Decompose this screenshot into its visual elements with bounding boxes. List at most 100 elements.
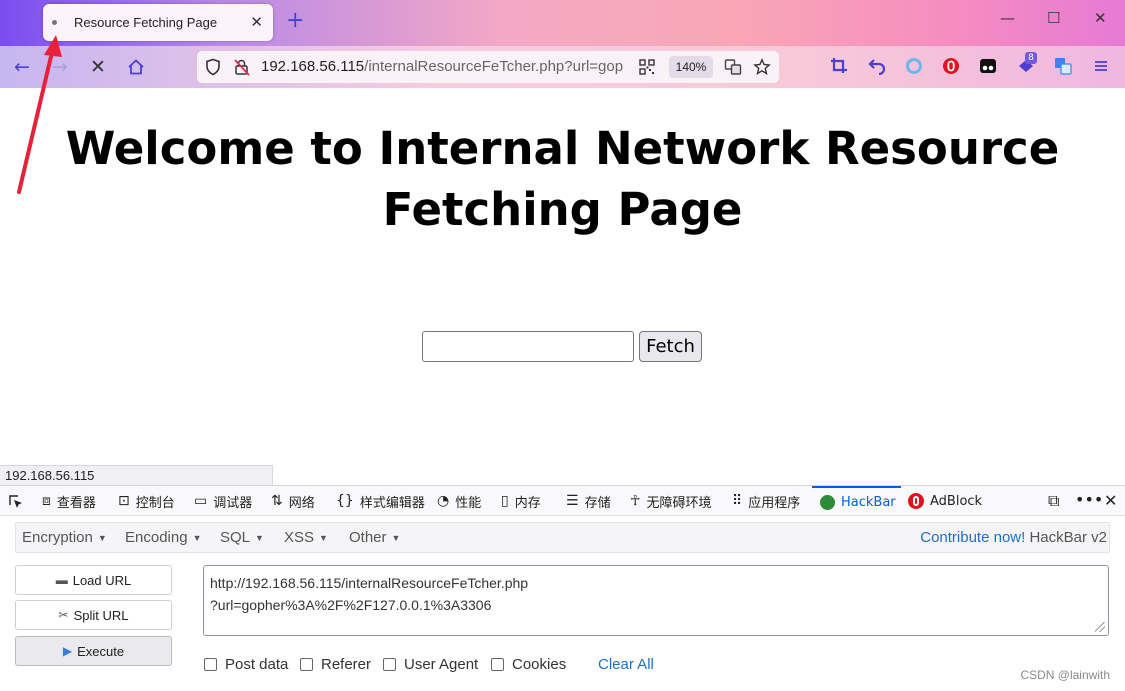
crop-icon[interactable] bbox=[830, 57, 848, 75]
devtools-tab-style-editor[interactable]: {} 样式编辑器 bbox=[336, 486, 425, 516]
checkbox-box[interactable] bbox=[204, 658, 217, 671]
devtools-tab-label: 调试器 bbox=[213, 495, 253, 511]
browser-tab[interactable]: Resource Fetching Page ✕ bbox=[43, 4, 273, 41]
stop-loading-icon[interactable]: ✕ bbox=[90, 56, 106, 78]
caret-down-icon: ▼ bbox=[97, 533, 107, 544]
devtools-tab-label: HackBar bbox=[841, 494, 896, 510]
bookmark-star-icon[interactable] bbox=[753, 58, 771, 76]
translate-extension-icon[interactable] bbox=[1054, 57, 1072, 75]
devtools-tab-adblock[interactable]: AdBlock bbox=[908, 486, 982, 516]
browser-nav-bar: ← → ✕ 192.168.56.115/internalResourceFeT… bbox=[0, 46, 1125, 88]
status-bar-url: 192.168.56.115 bbox=[0, 465, 273, 485]
hackbar-url-textarea[interactable]: http://192.168.56.115/internalResourceFe… bbox=[203, 565, 1109, 636]
split-url-button[interactable]: ✂ Split URL bbox=[15, 600, 172, 630]
new-tab-icon[interactable]: + bbox=[286, 8, 304, 33]
back-arrow-icon[interactable]: ← bbox=[14, 56, 30, 78]
hackbar-menu-bar: Encryption ▼ Encoding ▼ SQL ▼ XSS ▼ Other ▼ C… bbox=[15, 522, 1110, 553]
execute-button[interactable]: ▶ Execute bbox=[15, 636, 172, 666]
hackbar-version: HackBar v2 bbox=[1029, 529, 1107, 546]
page-heading: Welcome to Internal Network Resource Fet… bbox=[65, 122, 1060, 236]
forward-arrow-icon[interactable]: → bbox=[52, 56, 68, 78]
devtools-tab-accessibility[interactable]: ☥ 无障碍环境 bbox=[630, 486, 711, 516]
loading-dot-icon bbox=[52, 20, 57, 25]
devtools-tab-application[interactable]: ⠿ 应用程序 bbox=[732, 486, 800, 516]
devtools-tab-label: 查看器 bbox=[56, 495, 96, 511]
undo-arrow-icon[interactable] bbox=[868, 57, 886, 75]
insecure-lock-icon[interactable] bbox=[233, 58, 251, 76]
devtools-tab-label: 应用程序 bbox=[748, 495, 801, 511]
referer-checkbox[interactable]: Referer bbox=[300, 656, 371, 673]
devtools-tab-label: 存储 bbox=[584, 495, 611, 511]
minimize-icon[interactable]: — bbox=[1000, 9, 1015, 27]
play-icon: ▶ bbox=[62, 644, 73, 658]
url-line: ?url=gopher%3A%2F%2F127.0.0.1%3A3306 bbox=[210, 597, 492, 613]
caret-down-icon: ▼ bbox=[391, 533, 401, 544]
devtools-tab-label: AdBlock bbox=[930, 493, 983, 509]
caret-down-icon: ▼ bbox=[255, 533, 264, 544]
devtools-tab-bar: ⧈ 查看器 ⊡ 控制台 ▭ 调试器 ⇅ 网络 {} 样式编辑器 ◔ 性能 ▯ 内存 ☰ 存储 ☥… bbox=[0, 485, 1125, 516]
dock-side-icon[interactable]: ⧉ bbox=[1048, 491, 1059, 511]
element-picker-icon[interactable] bbox=[8, 494, 24, 510]
menu-other[interactable]: Other ▼ bbox=[349, 529, 400, 546]
menu-icon[interactable] bbox=[1092, 57, 1110, 75]
storage-icon: ☰ bbox=[566, 493, 579, 509]
maximize-icon[interactable]: ☐ bbox=[1047, 9, 1060, 27]
circle-extension-icon[interactable] bbox=[905, 57, 923, 75]
contribute-link[interactable]: Contribute now! bbox=[920, 529, 1025, 546]
devtools-tab-label: 网络 bbox=[288, 495, 315, 511]
checkbox-box[interactable] bbox=[383, 658, 396, 671]
shield-icon[interactable] bbox=[205, 58, 221, 76]
caret-down-icon: ▼ bbox=[319, 533, 328, 544]
devtools-tab-console[interactable]: ⊡ 控制台 bbox=[118, 486, 175, 516]
clear-all-link[interactable]: Clear All bbox=[598, 656, 654, 673]
contribute-area: Contribute now! HackBar v2 bbox=[920, 529, 1107, 546]
menu-sql[interactable]: SQL ▼ bbox=[220, 529, 264, 546]
translate-icon[interactable] bbox=[724, 58, 742, 76]
menu-xss[interactable]: XSS ▼ bbox=[284, 529, 328, 546]
performance-icon: ◔ bbox=[437, 493, 450, 509]
resize-grip-icon[interactable] bbox=[1095, 622, 1105, 632]
user-agent-checkbox[interactable]: User Agent bbox=[383, 656, 478, 673]
devtools-tab-storage[interactable]: ☰ 存储 bbox=[566, 486, 611, 516]
extension-badge: 8 bbox=[1025, 52, 1037, 64]
tampermonkey-icon[interactable] bbox=[979, 57, 997, 75]
url-path: /internalResourceFeTcher.php?url=gop bbox=[364, 58, 624, 75]
devtools-tab-label: 性能 bbox=[455, 495, 482, 511]
devtools-tab-network[interactable]: ⇅ 网络 bbox=[271, 486, 315, 516]
menu-encoding[interactable]: Encoding ▼ bbox=[125, 529, 201, 546]
window-close-icon[interactable]: ✕ bbox=[1094, 9, 1107, 27]
devtools-tab-label: 样式编辑器 bbox=[359, 495, 425, 511]
qr-code-icon[interactable] bbox=[639, 59, 655, 75]
devtools-tab-hackbar[interactable]: HackBar bbox=[812, 486, 901, 516]
more-options-icon[interactable]: ••• bbox=[1075, 490, 1103, 509]
fetch-button[interactable]: Fetch bbox=[639, 331, 702, 362]
cookies-checkbox[interactable]: Cookies bbox=[491, 656, 566, 673]
network-icon: ⇅ bbox=[271, 493, 283, 509]
devtools-tab-performance[interactable]: ◔ 性能 bbox=[437, 486, 481, 516]
hackbar-icon bbox=[820, 494, 835, 510]
ublock-icon[interactable] bbox=[942, 57, 960, 75]
fetch-url-input[interactable] bbox=[422, 331, 634, 362]
scissors-icon: ✂ bbox=[58, 608, 69, 622]
menu-encryption[interactable]: Encryption ▼ bbox=[22, 529, 107, 546]
devtools-tab-memory[interactable]: ▯ 内存 bbox=[501, 486, 541, 516]
devtools-close-icon[interactable]: ✕ bbox=[1104, 491, 1117, 510]
checkbox-box[interactable] bbox=[491, 658, 504, 671]
style-editor-icon: {} bbox=[336, 493, 354, 509]
home-icon[interactable] bbox=[127, 58, 145, 76]
drive-icon: ▬ bbox=[55, 573, 68, 587]
browser-tab-strip: Resource Fetching Page ✕ + — ☐ ✕ bbox=[0, 0, 1125, 46]
adblock-icon bbox=[908, 493, 924, 509]
url-text[interactable]: 192.168.56.115/internalResourceFeTcher.p… bbox=[261, 58, 629, 75]
devtools-tab-debugger[interactable]: ▭ 调试器 bbox=[194, 486, 252, 516]
devtools-tab-inspector[interactable]: ⧈ 查看器 bbox=[42, 486, 96, 516]
checkbox-box[interactable] bbox=[300, 658, 313, 671]
post-data-checkbox[interactable]: Post data bbox=[204, 656, 288, 673]
debugger-icon: ▭ bbox=[194, 493, 208, 509]
screenshot-root: Resource Fetching Page ✕ + — ☐ ✕ ← → ✕ 1… bbox=[0, 0, 1125, 691]
zoom-level-badge[interactable]: 140% bbox=[669, 56, 713, 78]
load-url-button[interactable]: ▬ Load URL bbox=[15, 565, 172, 595]
tab-close-icon[interactable]: ✕ bbox=[250, 13, 263, 31]
url-bar[interactable]: 192.168.56.115/internalResourceFeTcher.p… bbox=[197, 51, 779, 83]
inspector-icon: ⧈ bbox=[42, 493, 51, 509]
